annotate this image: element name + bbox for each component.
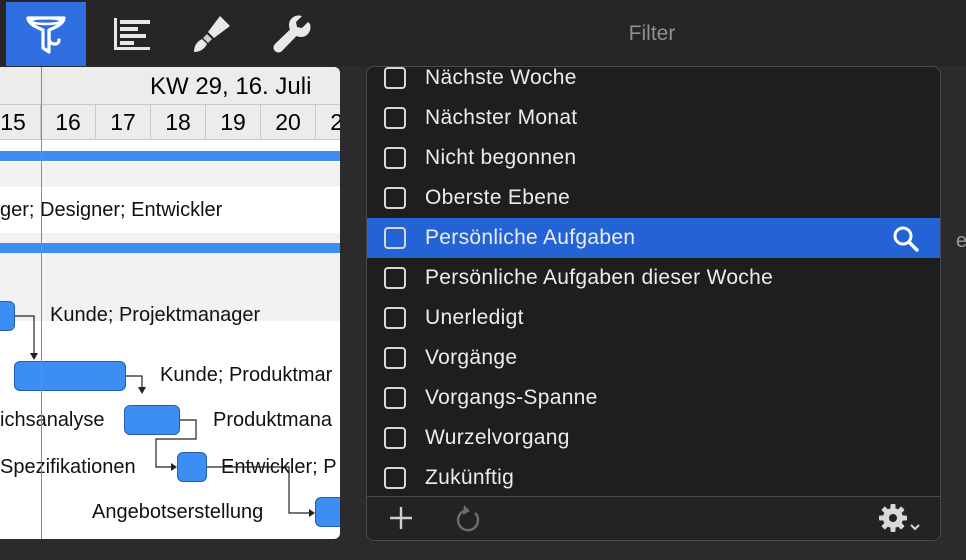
filter-checkbox[interactable] [384, 107, 406, 129]
filter-panel-footer [367, 496, 940, 540]
filter-list-panel: Nächste Woche Nächster Monat Nicht begon… [366, 66, 941, 541]
filter-item-label: Nicht begonnen [425, 146, 577, 169]
paintbrush-icon [194, 16, 230, 52]
filter-item[interactable]: Zukünftig [367, 458, 940, 498]
filter-checkbox[interactable] [384, 227, 406, 249]
clipped-edge-text: e [956, 230, 966, 252]
filter-item-selected[interactable]: Persönliche Aufgaben [367, 218, 940, 258]
filter-item-label: Oberste Ebene [425, 186, 571, 209]
filter-item-label: Unerledigt [425, 306, 524, 329]
gantt-bars-icon [114, 18, 150, 50]
filter-checkbox[interactable] [384, 67, 406, 89]
filter-item[interactable]: Oberste Ebene [367, 178, 940, 218]
filter-item-label: Vorgänge [425, 346, 518, 369]
filter-item[interactable]: Wurzelvorgang [367, 418, 940, 458]
funnel-icon [26, 16, 66, 54]
filter-tool-button[interactable] [6, 2, 86, 66]
filter-checkbox[interactable] [384, 347, 406, 369]
filter-checkbox[interactable] [384, 387, 406, 409]
filter-item[interactable]: Persönliche Aufgaben dieser Woche [367, 258, 940, 298]
filter-panel-title: Filter [628, 22, 676, 45]
filter-checkbox[interactable] [384, 427, 406, 449]
filter-item-label: Persönliche Aufgaben dieser Woche [425, 266, 774, 289]
filter-item[interactable]: Vorgänge [367, 338, 940, 378]
filter-checkbox[interactable] [384, 187, 406, 209]
filter-item[interactable]: Nicht begonnen [367, 138, 940, 178]
filter-item[interactable]: Nächster Monat [367, 98, 940, 138]
today-line [41, 67, 42, 539]
gear-menu-icon[interactable] [877, 503, 925, 535]
plus-icon[interactable] [387, 504, 415, 532]
filter-checkbox[interactable] [384, 147, 406, 169]
filter-item[interactable]: Unerledigt [367, 298, 940, 338]
filter-item-label: Vorgangs-Spanne [425, 386, 598, 409]
search-icon[interactable] [892, 225, 920, 253]
gantt-view-button[interactable] [92, 2, 172, 66]
toolbar: Filter [0, 0, 966, 66]
filter-item-label: Nächster Monat [425, 106, 578, 129]
filter-item-label: Nächste Woche [425, 66, 577, 89]
filter-list[interactable]: Nächste Woche Nächster Monat Nicht begon… [367, 66, 940, 498]
filter-checkbox[interactable] [384, 467, 406, 489]
filter-item-label: Zukünftig [425, 466, 515, 489]
filter-item[interactable]: Nächste Woche [367, 66, 940, 98]
refresh-icon[interactable] [455, 504, 483, 534]
filter-checkbox[interactable] [384, 307, 406, 329]
filter-checkbox[interactable] [384, 267, 406, 289]
filter-item[interactable]: Vorgangs-Spanne [367, 378, 940, 418]
settings-tool-button[interactable] [252, 2, 332, 66]
dependency-links [15, 315, 315, 517]
filter-item-label: Persönliche Aufgaben [425, 226, 636, 249]
wrench-icon [273, 15, 311, 53]
gantt-chart[interactable]: KW 29, 16. Juli 15 16 17 18 19 20 21 ger… [0, 67, 340, 539]
style-button[interactable] [172, 2, 252, 66]
filter-item-label: Wurzelvorgang [425, 426, 570, 449]
